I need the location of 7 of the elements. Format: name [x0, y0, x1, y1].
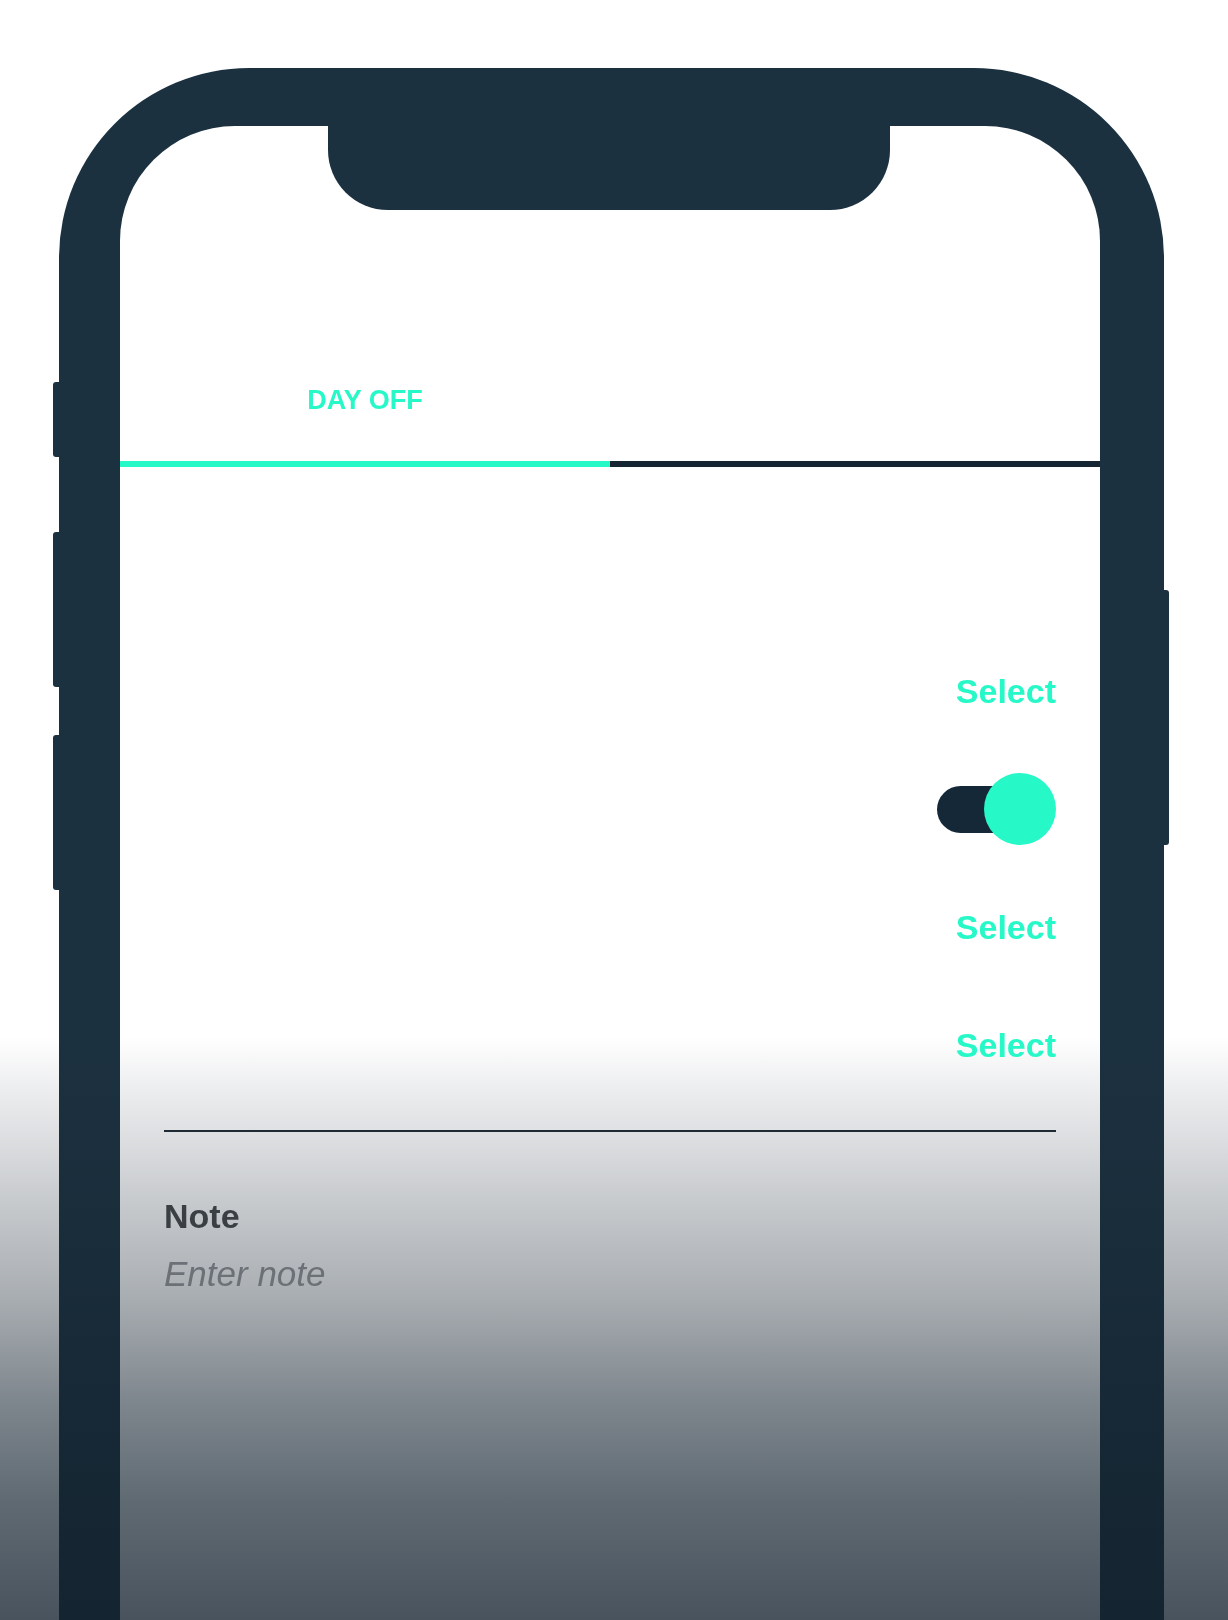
select-link[interactable]: Select	[955, 1025, 1056, 1065]
toggle-switch[interactable]	[937, 773, 1056, 845]
select-link[interactable]: Select	[955, 671, 1056, 711]
note-field[interactable]: Enter note	[164, 1251, 1056, 1297]
select-link[interactable]: Select	[955, 907, 1056, 947]
tab[interactable]: DAY OFF	[120, 386, 610, 467]
note-label: Note	[164, 1196, 240, 1236]
